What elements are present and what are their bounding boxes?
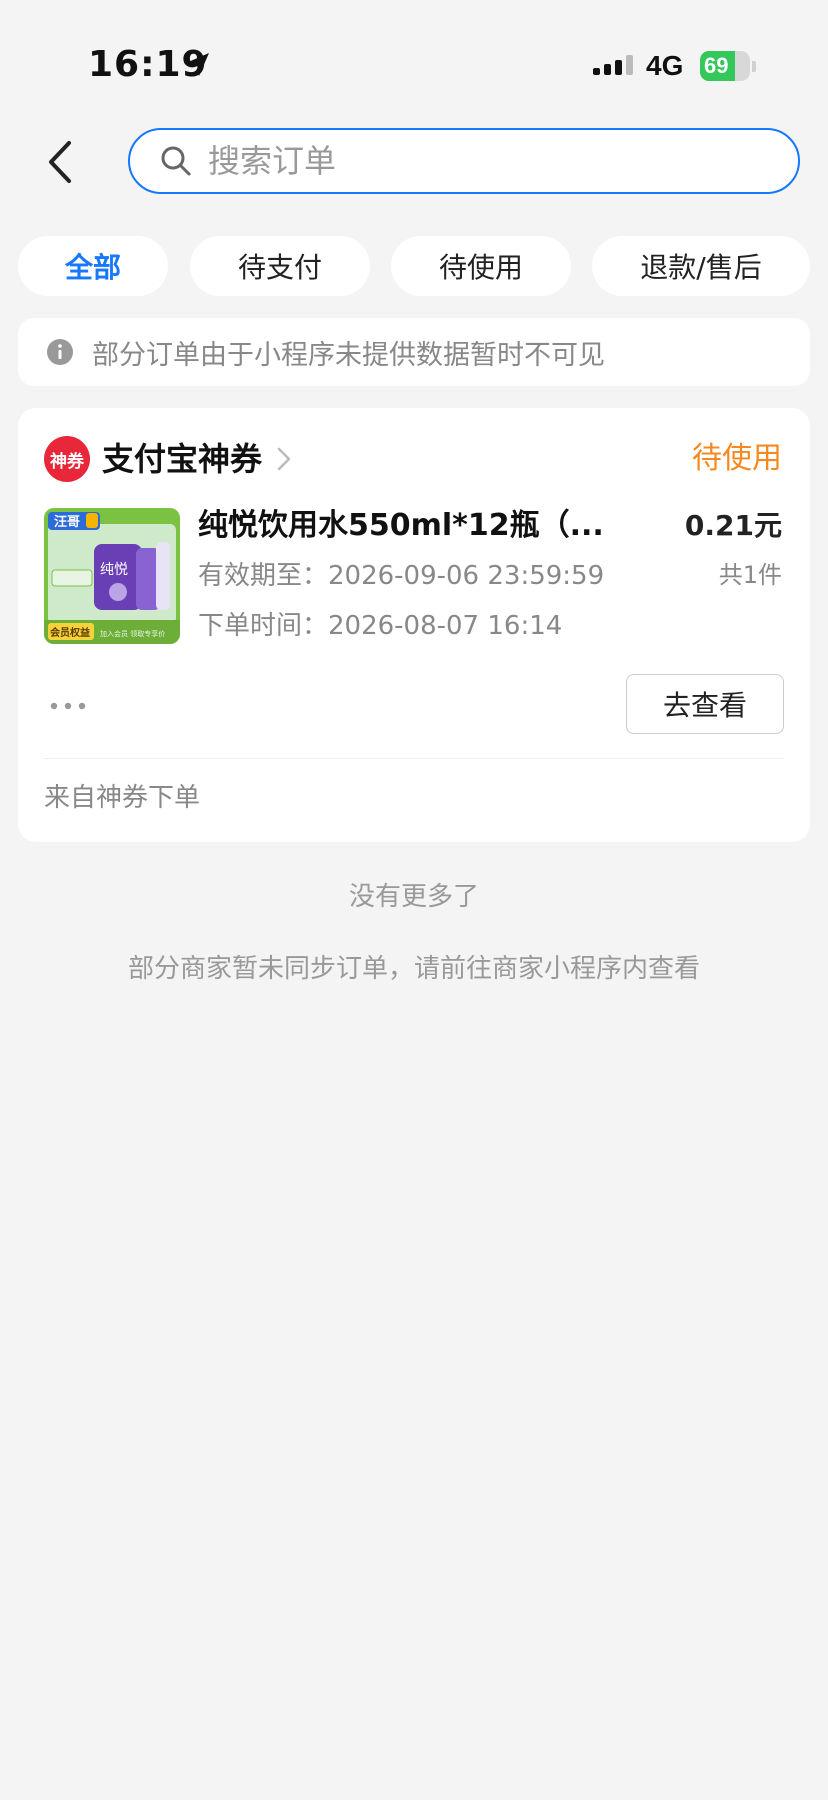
more-options-icon[interactable] bbox=[48, 696, 88, 716]
thumb-tagline: 加入会员 领取专享价 bbox=[100, 629, 165, 638]
chevron-left-icon bbox=[49, 141, 71, 183]
thumb-brand: 汪哥 bbox=[54, 514, 80, 530]
tab-pending-payment[interactable]: 待支付 bbox=[190, 236, 370, 296]
status-bar: 16:19 4G 69 bbox=[0, 0, 828, 130]
no-more-text: 没有更多了 bbox=[348, 882, 479, 912]
product-thumbnail[interactable]: 汪哥 纯悦 会员权益 加入会员 领取专享价 bbox=[44, 508, 180, 644]
tab-to-use[interactable]: 待使用 bbox=[391, 236, 571, 296]
chevron-right-icon[interactable] bbox=[276, 446, 292, 472]
product-price: 0.21元 bbox=[684, 509, 782, 542]
valid-until: 有效期至：2026-09-06 23:59:59 bbox=[198, 561, 605, 591]
shop-name[interactable]: 支付宝神券 bbox=[102, 436, 262, 482]
order-card[interactable]: 神券 支付宝神券 待使用 汪哥 纯悦 会员权益 加入会员 领取专享价 纯悦饮用水… bbox=[18, 408, 810, 842]
search-box[interactable] bbox=[128, 128, 800, 194]
sync-note: 部分商家暂未同步订单，请前往商家小程序内查看 bbox=[127, 954, 700, 984]
thumb-badge: 会员权益 bbox=[50, 626, 90, 639]
tab-all[interactable]: 全部 bbox=[18, 236, 168, 296]
view-order-button[interactable]: 去查看 bbox=[626, 674, 784, 734]
tab-refund[interactable]: 退款/售后 bbox=[592, 236, 810, 296]
search-icon bbox=[161, 146, 191, 176]
order-tabs: 全部 待支付 待使用 退款/售后 bbox=[18, 236, 810, 296]
product-quantity: 共1件 bbox=[718, 561, 782, 589]
info-icon bbox=[47, 339, 73, 365]
order-time: 下单时间：2026-08-07 16:14 bbox=[198, 611, 563, 641]
network-label: 4G bbox=[646, 50, 684, 81]
product-image: 汪哥 纯悦 会员权益 加入会员 领取专享价 bbox=[44, 508, 180, 644]
order-source: 来自神券下单 bbox=[44, 783, 201, 813]
location-arrow-icon bbox=[186, 53, 209, 76]
search-input[interactable] bbox=[206, 141, 766, 181]
visibility-notice: 部分订单由于小程序未提供数据暂时不可见 bbox=[18, 318, 810, 386]
shop-logo: 神券 bbox=[44, 436, 90, 482]
notice-text: 部分订单由于小程序未提供数据暂时不可见 bbox=[92, 339, 605, 371]
thumb-product-word: 纯悦 bbox=[100, 562, 128, 578]
order-status: 待使用 bbox=[692, 441, 782, 476]
card-divider bbox=[44, 758, 784, 759]
battery-indicator: 69 bbox=[700, 50, 756, 82]
battery-percent: 69 bbox=[704, 53, 729, 78]
product-title[interactable]: 纯悦饮用水550ml*12瓶（... bbox=[198, 506, 618, 546]
back-button[interactable] bbox=[24, 130, 96, 194]
signal-icon bbox=[593, 55, 633, 75]
